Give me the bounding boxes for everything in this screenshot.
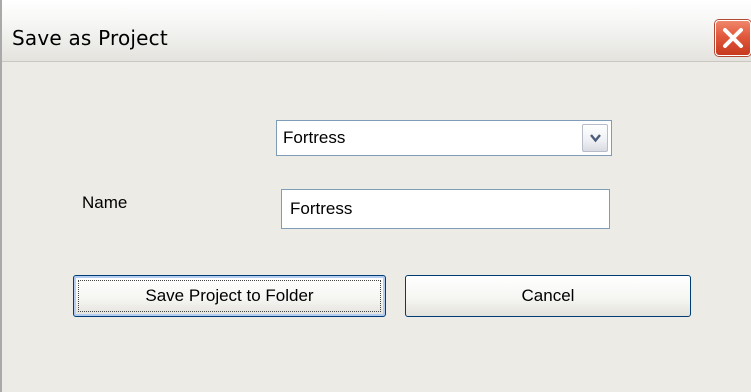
- cancel-button[interactable]: Cancel: [405, 275, 691, 317]
- save-project-button[interactable]: Save Project to Folder: [73, 275, 386, 317]
- close-button[interactable]: [715, 20, 751, 56]
- close-icon: [723, 28, 743, 48]
- project-select[interactable]: Fortress: [276, 120, 612, 156]
- save-project-button-label: Save Project to Folder: [145, 286, 314, 305]
- chevron-down-icon: [590, 134, 601, 143]
- save-as-project-dialog: Save as Project Fortress Name Save Proje…: [0, 0, 751, 392]
- name-field[interactable]: [281, 189, 610, 229]
- name-label: Name: [82, 193, 128, 212]
- project-select-value: Fortress: [283, 128, 346, 147]
- dialog-title: Save as Project: [12, 26, 168, 50]
- title-bar[interactable]: Save as Project: [2, 0, 751, 62]
- cancel-button-label: Cancel: [521, 286, 575, 305]
- dropdown-button[interactable]: [582, 124, 608, 152]
